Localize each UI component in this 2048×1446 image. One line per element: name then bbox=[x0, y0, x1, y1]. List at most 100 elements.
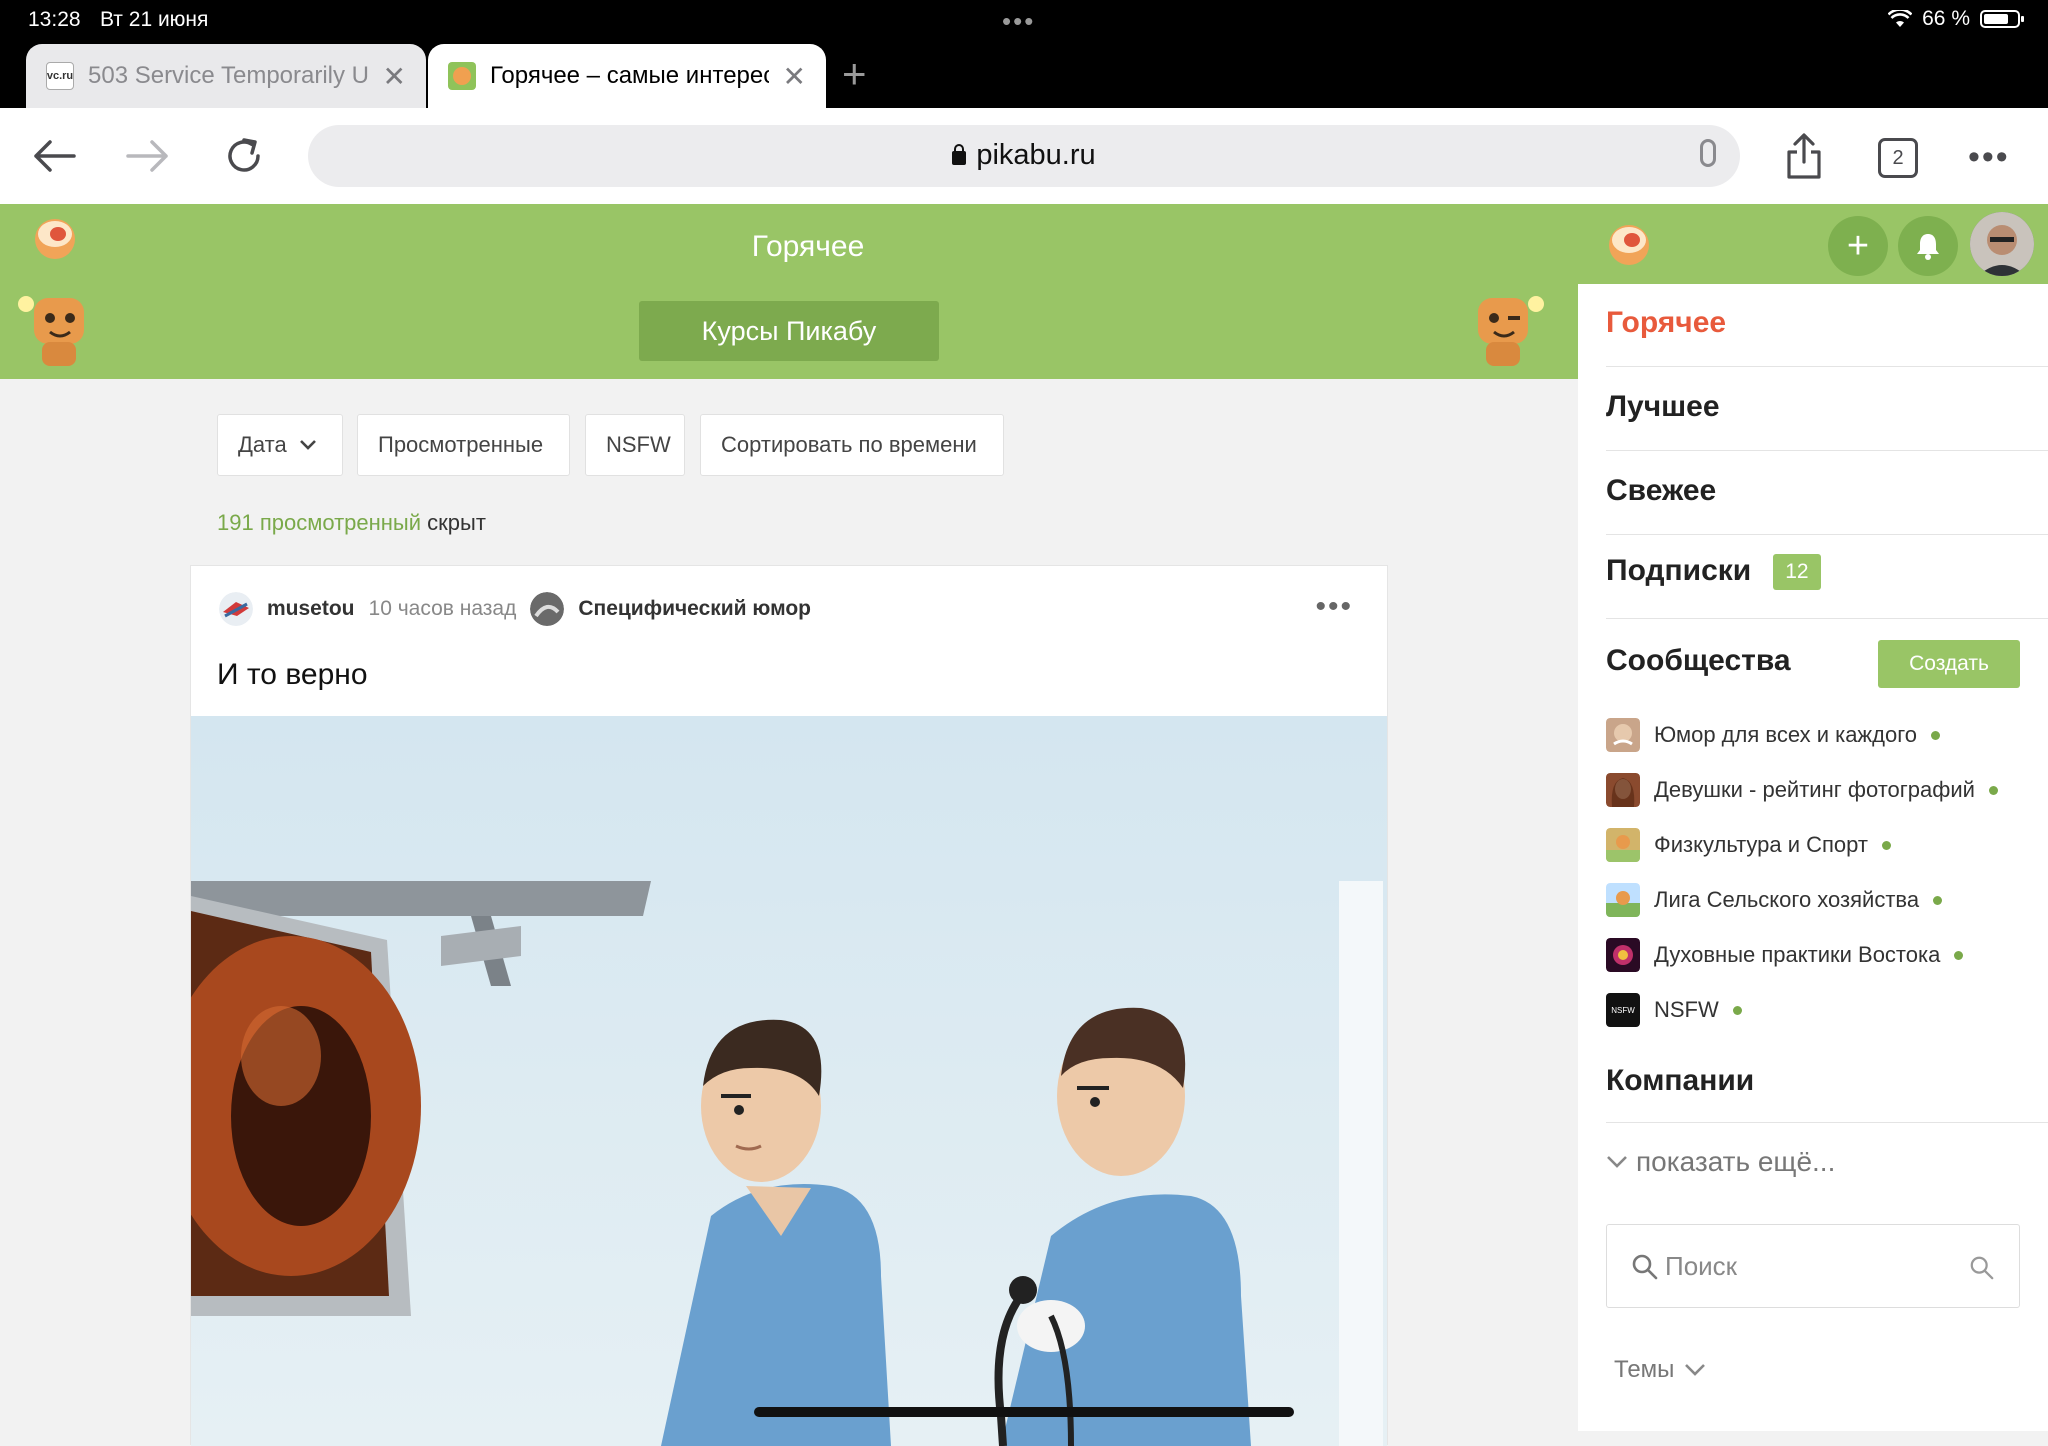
community-avatar[interactable] bbox=[530, 592, 565, 626]
date-filter-label: Дата bbox=[238, 432, 287, 457]
community-name: Физкультура и Спорт bbox=[1654, 832, 1868, 857]
chevron-down-icon bbox=[299, 440, 316, 450]
community-name: Девушки - рейтинг фотографий bbox=[1654, 777, 1975, 802]
bell-icon bbox=[1917, 234, 1939, 260]
community-icon bbox=[1606, 938, 1640, 972]
search-submit-icon[interactable] bbox=[1969, 1255, 1995, 1281]
divider bbox=[1606, 450, 2048, 451]
tabs-overview-button[interactable]: 2 bbox=[1878, 138, 1918, 178]
themes-dropdown[interactable]: Темы bbox=[1614, 1356, 1706, 1384]
online-dot bbox=[1988, 785, 1998, 795]
subscriptions-badge: 12 bbox=[1773, 554, 1821, 591]
page-title: Горячее bbox=[751, 230, 865, 263]
date-filter[interactable]: Дата bbox=[217, 414, 343, 476]
back-button[interactable] bbox=[24, 128, 84, 184]
online-dot bbox=[1931, 730, 1941, 740]
search-icon bbox=[1632, 1254, 1658, 1280]
themes-label: Темы bbox=[1614, 1356, 1675, 1383]
community-icon bbox=[1606, 883, 1640, 917]
multitasking-dots-icon[interactable]: ••• bbox=[1002, 6, 1035, 37]
sidebar-item-hot[interactable]: Горячее bbox=[1606, 306, 2048, 340]
tab-inactive[interactable]: vc.ru 503 Service Temporarily Unavailabl… bbox=[26, 44, 426, 108]
community-item[interactable]: Физкультура и Спорт bbox=[1606, 828, 1891, 862]
author-avatar[interactable] bbox=[219, 592, 253, 626]
online-dot bbox=[1732, 1005, 1742, 1015]
address-bar[interactable]: pikabu.ru bbox=[308, 125, 1740, 187]
online-dot bbox=[1882, 840, 1891, 850]
plus-icon: + bbox=[1846, 224, 1870, 267]
show-more-label: показать ещё... bbox=[1636, 1146, 1836, 1177]
companies-heading[interactable]: Компании bbox=[1606, 1064, 2048, 1098]
post-community[interactable]: Специфический юмор bbox=[578, 597, 811, 621]
tab-active[interactable]: Горячее – самые интересные посты ✕ bbox=[428, 44, 826, 108]
sidebar-item-subscriptions[interactable]: Подписки 12 bbox=[1606, 554, 2048, 591]
close-icon[interactable]: ✕ bbox=[383, 60, 406, 93]
chevron-down-icon bbox=[1685, 1364, 1706, 1376]
communities-heading[interactable]: Сообщества bbox=[1606, 644, 1791, 678]
user-avatar[interactable] bbox=[1970, 212, 2034, 276]
browser-chrome: 13:28 Вт 21 июня ••• 66 % vc.ru 503 Serv… bbox=[0, 0, 2048, 108]
battery-percent: 66 % bbox=[1922, 7, 1970, 30]
chevron-down-icon bbox=[1607, 1156, 1627, 1168]
viewed-filter[interactable]: Просмотренные bbox=[357, 414, 570, 476]
share-button[interactable] bbox=[1774, 128, 1834, 184]
community-item[interactable]: Девушки - рейтинг фотографий bbox=[1606, 773, 1998, 807]
forward-button[interactable] bbox=[118, 128, 178, 184]
reload-button[interactable] bbox=[214, 128, 274, 184]
community-name: NSFW bbox=[1654, 997, 1719, 1022]
arrow-right-icon bbox=[126, 140, 168, 172]
home-indicator[interactable] bbox=[754, 1407, 1294, 1417]
create-community-button[interactable]: Создать bbox=[1878, 640, 2020, 688]
more-options-icon[interactable]: ••• bbox=[1315, 590, 1353, 624]
status-time: 13:28 bbox=[28, 8, 81, 31]
sidebar-item-best[interactable]: Лучшее bbox=[1606, 390, 2048, 424]
nsfw-icon: NSFW bbox=[1606, 993, 1640, 1027]
close-icon[interactable]: ✕ bbox=[783, 60, 806, 93]
sidebar-item-fresh[interactable]: Свежее bbox=[1606, 474, 2048, 508]
pikabu-logo-icon[interactable] bbox=[1606, 220, 1652, 266]
status-date: Вт 21 июня bbox=[100, 8, 209, 31]
tab-title: Горячее – самые интересные посты bbox=[490, 62, 769, 89]
post-title[interactable]: И то верно bbox=[217, 658, 368, 692]
community-item[interactable]: NSFW NSFW bbox=[1606, 993, 1742, 1027]
plus-icon[interactable]: + bbox=[842, 50, 867, 98]
pikabu-icon bbox=[448, 62, 476, 90]
add-post-button[interactable]: + bbox=[1828, 216, 1888, 276]
community-name: Юмор для всех и каждого bbox=[1654, 722, 1918, 747]
microphone-icon[interactable] bbox=[1700, 139, 1716, 167]
hidden-posts-link[interactable]: 191 просмотренный bbox=[217, 510, 421, 535]
post-card: musetou 10 часов назад Специфический юмо… bbox=[190, 565, 1388, 1446]
url-domain: pikabu.ru bbox=[976, 139, 1096, 171]
toolbar: pikabu.ru 2 ••• bbox=[0, 108, 2048, 204]
sidebar-item-label: Подписки bbox=[1606, 554, 1752, 587]
more-options-icon[interactable]: ••• bbox=[1968, 138, 2010, 177]
post-time: 10 часов назад bbox=[368, 597, 517, 620]
battery-icon bbox=[1980, 10, 2024, 28]
tab-title: 503 Service Temporarily Unavailable bbox=[88, 62, 369, 89]
search-input[interactable]: Поиск bbox=[1606, 1224, 2020, 1308]
reload-icon bbox=[228, 138, 260, 172]
courses-button[interactable]: Курсы Пикабу bbox=[639, 301, 939, 361]
site-header: Горячее Курсы Пикабу bbox=[0, 204, 1578, 379]
community-item[interactable]: Юмор для всех и каждого bbox=[1606, 718, 1941, 752]
community-item[interactable]: Лига Сельского хозяйства bbox=[1606, 883, 1943, 917]
post-author[interactable]: musetou bbox=[267, 597, 355, 621]
community-icon bbox=[1606, 718, 1640, 752]
online-dot bbox=[1933, 895, 1943, 905]
community-item[interactable]: Духовные практики Востока bbox=[1606, 938, 1964, 972]
notifications-button[interactable] bbox=[1898, 216, 1958, 276]
show-more-link[interactable]: показать ещё... bbox=[1606, 1146, 1835, 1178]
hidden-posts-note: 191 просмотренный скрыт bbox=[217, 510, 486, 536]
post-image[interactable] bbox=[191, 716, 1387, 1446]
community-icon bbox=[1606, 828, 1640, 862]
mascot-left-icon bbox=[18, 296, 84, 366]
nsfw-filter[interactable]: NSFW bbox=[585, 414, 685, 476]
community-name: Лига Сельского хозяйства bbox=[1654, 887, 1920, 912]
url-text: pikabu.ru bbox=[308, 139, 1740, 172]
arrow-left-icon bbox=[34, 140, 76, 172]
sort-filter[interactable]: Сортировать по времени bbox=[700, 414, 1004, 476]
lock-icon bbox=[952, 144, 967, 165]
post-illustration bbox=[191, 716, 1387, 1446]
post-meta: musetou 10 часов назад Специфический юмо… bbox=[219, 592, 811, 626]
divider bbox=[1606, 534, 2048, 535]
